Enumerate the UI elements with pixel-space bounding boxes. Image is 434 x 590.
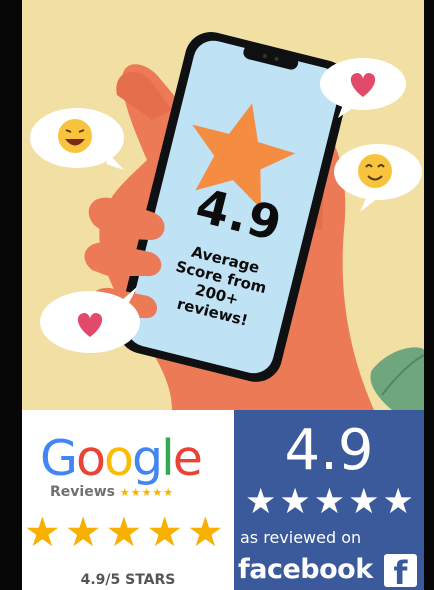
google-logo-letter: o [103,430,134,487]
facebook-wordmark: facebook [238,554,373,585]
five-star-rating-icon: ★★★★★ [24,508,228,556]
facebook-reviews-card: 4.9 ★★★★★ as reviewed on facebook f [234,410,424,590]
phone-illustration: 4.9 Average Score from 200+ reviews! [22,0,424,410]
google-logo-letter: o [75,430,106,487]
rating-caption: 4.9/5 STARS [80,572,176,588]
reviews-text: Reviews [50,484,115,500]
leaf-icon [370,347,424,410]
laughing-emoji-bubble [30,108,124,170]
google-logo-letter: l [161,430,175,487]
reviewed-on-text: as reviewed on [240,528,362,547]
google-logo-letter: G [40,430,78,487]
google-logo-letter: e [172,430,203,487]
google-reviews-label: Reviews ★★★★★ [50,484,230,500]
smile-emoji-bubble [334,144,422,212]
google-reviews-card: Google Reviews ★★★★★ ★★★★★ 4.9/5 STARS [22,410,234,590]
promo-graphic: 4.9 Average Score from 200+ reviews! Goo… [0,0,434,590]
google-logo-letter: g [131,430,163,487]
facebook-stars-icon: ★★★★★ [245,482,417,522]
left-border [0,0,22,590]
facebook-score: 4.9 [284,418,374,483]
google-logo: Google [40,430,230,487]
right-border [424,0,434,590]
facebook-logo-icon: f [384,554,417,587]
small-stars-icon: ★★★★★ [119,486,175,499]
